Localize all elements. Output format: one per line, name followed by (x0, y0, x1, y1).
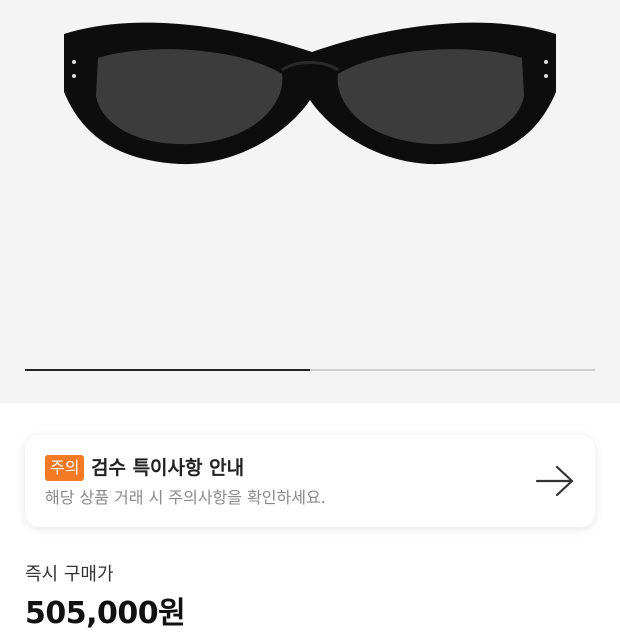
buy-now-price: 505,000원 (25, 596, 186, 631)
carousel-progress (25, 369, 595, 371)
caution-badge: 주의 (45, 455, 85, 481)
inspection-notice-card[interactable]: 주의 검수 특이사항 안내 해당 상품 거래 시 주의사항을 확인하세요. (25, 435, 595, 527)
buy-now-price-label: 즉시 구매가 (25, 564, 114, 585)
notice-description: 해당 상품 거래 시 주의사항을 확인하세요. (45, 488, 326, 507)
carousel-progress-fill (25, 369, 310, 371)
arrow-right-icon[interactable] (535, 465, 575, 497)
sunglasses-icon (64, 22, 556, 165)
product-hero (0, 0, 620, 403)
notice-title: 검수 특이사항 안내 (91, 457, 245, 479)
